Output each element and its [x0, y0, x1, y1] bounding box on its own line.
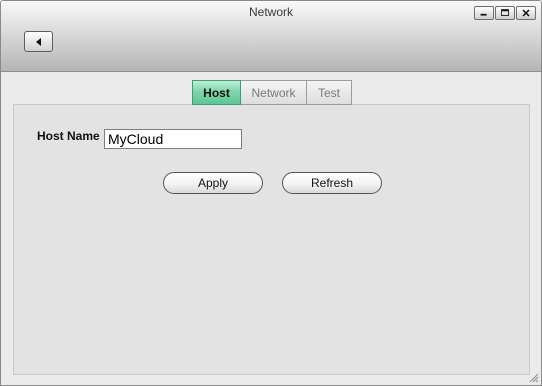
- refresh-button[interactable]: Refresh: [282, 172, 382, 194]
- minimize-button[interactable]: [474, 6, 494, 20]
- close-icon: [522, 9, 530, 17]
- maximize-button[interactable]: [495, 6, 515, 20]
- triangle-left-icon: [35, 37, 41, 46]
- close-button[interactable]: [516, 6, 536, 20]
- host-panel: [13, 104, 530, 375]
- tab-bar: Host Network Test: [192, 80, 352, 105]
- window-title: Network: [248, 5, 293, 19]
- window-controls: [474, 6, 536, 20]
- apply-button[interactable]: Apply: [163, 172, 263, 194]
- tab-test[interactable]: Test: [307, 80, 352, 105]
- back-button[interactable]: [24, 31, 53, 52]
- host-name-input[interactable]: [104, 129, 242, 149]
- resize-grip-icon[interactable]: [527, 371, 539, 383]
- minimize-icon: [480, 13, 487, 16]
- tab-host[interactable]: Host: [192, 80, 241, 105]
- title-bar[interactable]: Network: [1, 1, 541, 72]
- tab-network[interactable]: Network: [241, 80, 307, 105]
- network-window: Network Host Network Test Host Name Appl…: [0, 0, 542, 386]
- maximize-icon: [501, 9, 509, 16]
- host-name-label: Host Name: [37, 129, 100, 143]
